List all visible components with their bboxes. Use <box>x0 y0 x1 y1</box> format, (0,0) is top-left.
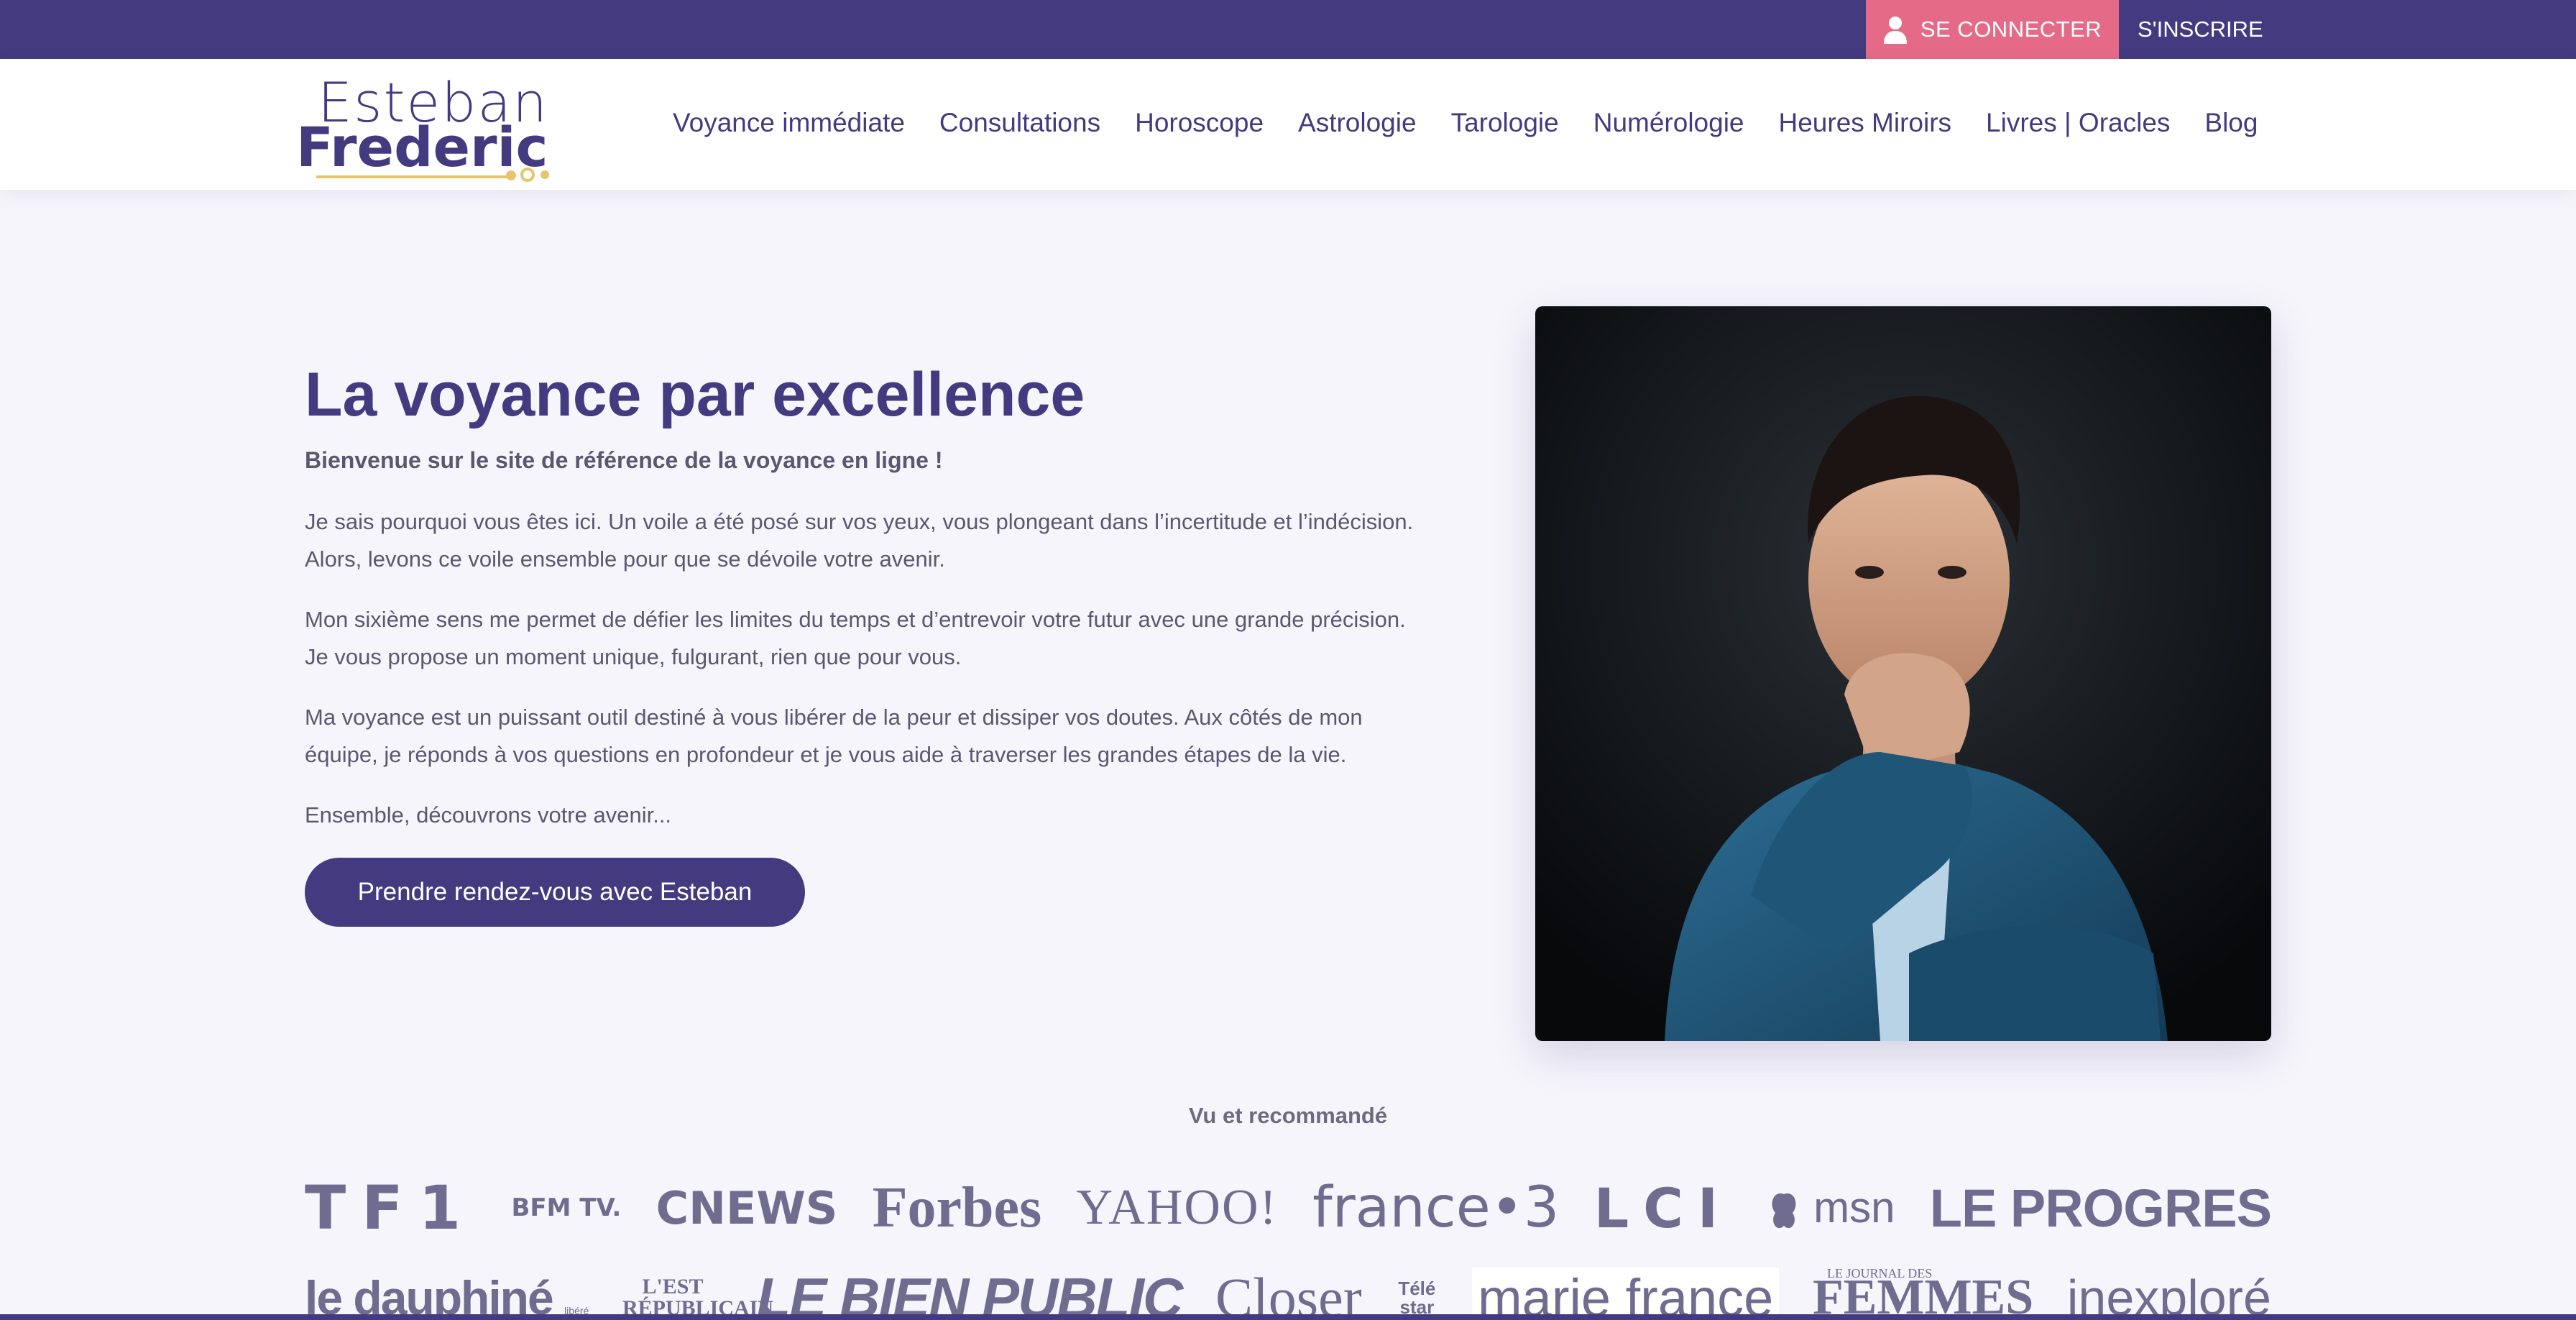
user-icon <box>1883 17 1907 44</box>
press-logo-inexplore: inexploré <box>2066 1270 2271 1320</box>
logo-ring <box>520 168 535 182</box>
logo-dot <box>540 170 549 179</box>
hero-subtitle: Bienvenue sur le site de référence de la… <box>305 447 943 473</box>
dauphine-label: le dauphiné <box>305 1271 554 1320</box>
hero-title: La voyance par excellence <box>305 360 1085 429</box>
press-logo-tf1: TF1 <box>305 1173 477 1243</box>
book-appointment-button[interactable]: Prendre rendez-vous avec Esteban <box>305 858 805 927</box>
press-logo-france3: france•3 <box>1312 1175 1560 1240</box>
press-logo-lest-republicain: L'EST RÉPUBLICAIN <box>622 1275 774 1320</box>
nav-horoscope[interactable]: Horoscope <box>1135 108 1264 138</box>
site-logo[interactable]: Esteban Frederic <box>296 70 555 182</box>
logo-underline <box>316 175 509 178</box>
press-logos-row: le dauphiné libéré L'EST RÉPUBLICAIN LE … <box>305 1265 2271 1320</box>
nav-voyance-immediate[interactable]: Voyance immédiate <box>673 108 905 138</box>
nav-numerologie[interactable]: Numérologie <box>1593 108 1744 138</box>
press-logo-msn: msn <box>1767 1183 1895 1232</box>
nav-heures-miroirs[interactable]: Heures Miroirs <box>1779 108 1952 138</box>
login-button[interactable]: SE CONNECTER <box>1866 0 2119 59</box>
press-logo-le-dauphine: le dauphiné libéré <box>305 1270 589 1320</box>
nav-blog[interactable]: Blog <box>2204 108 2258 138</box>
press-logo-tele-star: Télé star <box>1398 1278 1436 1318</box>
press-logo-lci: LCI <box>1593 1175 1733 1240</box>
press-logo-journal-des-femmes: LE JOURNAL DES FEMMES <box>1813 1266 2033 1320</box>
msn-label: msn <box>1813 1183 1895 1232</box>
portrait-illustration <box>1535 306 2271 1041</box>
femmes-prefix: LE JOURNAL DES <box>1826 1266 1933 1280</box>
logo-line2: Frederic <box>296 115 548 179</box>
main-nav: Voyance immédiate Consultations Horoscop… <box>673 108 2258 138</box>
logo-dot <box>506 170 516 180</box>
hero-paragraph: Ma voyance est un puissant outil destiné… <box>305 705 1363 767</box>
nav-consultations[interactable]: Consultations <box>939 108 1100 138</box>
nav-livres-oracles[interactable]: Livres | Oracles <box>1986 108 2170 138</box>
press-logo-closer: Closer <box>1215 1266 1362 1320</box>
site-header: Esteban Frederic Voyance immédiate Consu… <box>0 59 2576 190</box>
portrait-photo <box>1535 306 2271 1041</box>
bottom-border <box>0 1314 2576 1320</box>
nav-tarologie[interactable]: Tarologie <box>1451 108 1559 138</box>
nav-astrologie[interactable]: Astrologie <box>1298 108 1417 138</box>
press-logo-le-bien-public: LE BIEN PUBLIC <box>756 1265 1184 1320</box>
press-title: Vu et recommandé <box>1188 1103 1388 1128</box>
hero-paragraph: Mon sixième sens me permet de défier les… <box>305 607 1406 669</box>
press-logo-marie-france: marie france <box>1472 1267 1780 1320</box>
press-logos-row: TF1 BFM TV. CNEWS Forbes YAHOO! france•3… <box>305 1172 2272 1244</box>
msn-butterfly-icon <box>1772 1193 1796 1228</box>
hero-paragraph: Je sais pourquoi vous êtes ici. Un voile… <box>305 509 1414 572</box>
hero-paragraph: Ensemble, découvrons votre avenir... <box>305 802 672 828</box>
press-logo-cnews: CNEWS <box>656 1181 838 1234</box>
login-label: SE CONNECTER <box>1920 17 2102 42</box>
top-bar: SE CONNECTER S'INSCRIRE <box>0 0 2576 59</box>
press-logo-bfmtv: BFM TV. <box>511 1193 622 1222</box>
press-logo-forbes: Forbes <box>872 1175 1042 1239</box>
press-logo-yahoo: YAHOO! <box>1076 1180 1278 1235</box>
press-logo-le-progres: LE PROGRES <box>1929 1178 2272 1238</box>
register-link[interactable]: S'INSCRIRE <box>2138 0 2263 59</box>
